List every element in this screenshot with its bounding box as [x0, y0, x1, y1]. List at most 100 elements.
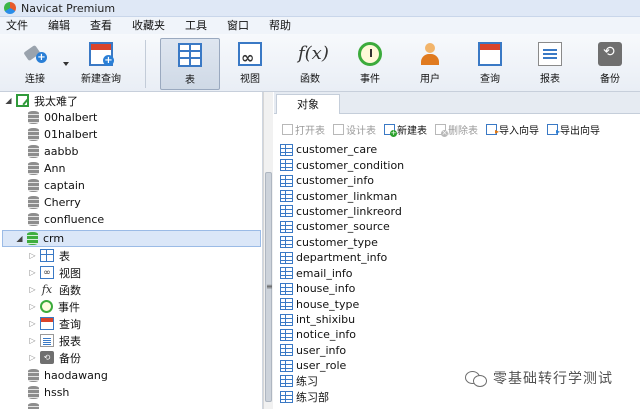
table-item[interactable]: customer_source — [280, 219, 636, 234]
splitter-grip-icon[interactable]: ≡ — [266, 282, 273, 291]
table-item[interactable]: house_type — [280, 296, 636, 311]
tree-database[interactable]: Ann — [28, 160, 65, 177]
menu-tools[interactable]: 工具 — [175, 17, 217, 34]
table-button[interactable]: 表 — [160, 38, 220, 90]
navicat-logo-icon — [4, 2, 16, 14]
connect-button[interactable]: 连接 — [12, 38, 58, 90]
collapse-arrow-icon[interactable]: ◢ — [15, 234, 24, 243]
toolbar-divider — [145, 40, 146, 88]
table-icon — [280, 390, 293, 403]
tree-database[interactable]: 00halbert — [28, 109, 97, 126]
table-item[interactable]: customer_info — [280, 173, 636, 188]
tree-node-queries[interactable]: ▷ 查询 — [28, 315, 81, 332]
import-icon — [486, 123, 499, 136]
menu-help[interactable]: 帮助 — [259, 17, 301, 34]
report-label: 报表 — [540, 74, 560, 85]
table-item[interactable]: customer_type — [280, 235, 636, 250]
table-item[interactable]: customer_care — [280, 142, 636, 157]
table-item[interactable]: house_info — [280, 281, 636, 296]
query-button[interactable]: 查询 — [465, 38, 515, 90]
export-wizard-button[interactable]: 导出向导 — [547, 122, 600, 137]
view-button[interactable]: 视图 — [225, 38, 275, 90]
tree-database[interactable]: hssh — [28, 384, 69, 401]
backup-button[interactable]: 备份 — [585, 38, 635, 90]
table-item[interactable]: customer_condition — [280, 157, 636, 172]
import-wizard-button[interactable]: 导入向导 — [486, 122, 539, 137]
menu-bar: 文件 编辑 查看 收藏夹 工具 窗口 帮助 — [0, 17, 640, 34]
tab-objects[interactable]: 对象 — [276, 94, 340, 114]
function-button[interactable]: f(x) 函数 — [285, 38, 335, 90]
new-table-button[interactable]: 新建表 — [384, 122, 427, 137]
database-icon — [28, 386, 39, 399]
tree-database[interactable]: Cherry — [28, 194, 81, 211]
tree-scrollbar[interactable]: ≡ — [263, 92, 273, 409]
table-item[interactable]: customer_linkreord — [280, 204, 636, 219]
menu-view[interactable]: 查看 — [80, 17, 122, 34]
table-item[interactable]: email_info — [280, 266, 636, 281]
table-name: customer_care — [296, 143, 378, 157]
table-item[interactable]: customer_linkman — [280, 188, 636, 203]
database-icon — [28, 213, 39, 226]
table-item[interactable]: int_shixibu — [280, 312, 636, 327]
tree-database[interactable]: 01halbert — [28, 126, 97, 143]
collapse-arrow-icon[interactable]: ◢ — [4, 96, 13, 105]
watermark: 零基础转行学测试 — [465, 368, 613, 388]
connect-label: 连接 — [25, 74, 45, 85]
table-item[interactable]: notice_info — [280, 327, 636, 342]
menu-window[interactable]: 窗口 — [217, 17, 259, 34]
user-button[interactable]: 用户 — [405, 38, 455, 90]
open-table-button[interactable]: 打开表 — [282, 122, 325, 137]
table-name: 练习 — [296, 375, 318, 389]
event-button[interactable]: 事件 — [345, 38, 395, 90]
expand-arrow-icon[interactable]: ▷ — [28, 285, 37, 294]
database-icon — [28, 369, 39, 382]
table-item[interactable]: 练习部 — [280, 389, 636, 404]
menu-edit[interactable]: 编辑 — [38, 17, 80, 34]
expand-arrow-icon[interactable]: ▷ — [28, 302, 37, 311]
menu-file[interactable]: 文件 — [0, 17, 38, 34]
expand-arrow-icon[interactable]: ▷ — [28, 251, 37, 260]
tree-node-backups[interactable]: ▷ ⟲ 备份 — [28, 349, 81, 366]
table-icon — [280, 190, 293, 203]
database-icon — [28, 162, 39, 175]
report-button[interactable]: 报表 — [525, 38, 575, 90]
table-name: int_shixibu — [296, 313, 356, 327]
tree-node-events[interactable]: ▷ 事件 — [28, 298, 80, 315]
new-query-button[interactable]: 新建查询 — [72, 38, 130, 90]
connect-dropdown-arrow-icon[interactable] — [63, 62, 69, 66]
table-icon — [280, 205, 293, 218]
tree-database-partial[interactable] — [28, 401, 44, 409]
tree-database[interactable]: captain — [28, 177, 85, 194]
main-toolbar: 连接 新建查询 表 视图 f(x) 函数 事件 用户 查询 报表 备份 — [0, 34, 640, 92]
table-icon — [280, 282, 293, 295]
expand-arrow-icon[interactable]: ▷ — [28, 319, 37, 328]
table-icon — [280, 267, 293, 280]
function-icon: f(x) — [298, 43, 329, 64]
table-name: customer_linkman — [296, 189, 398, 203]
expand-arrow-icon[interactable]: ▷ — [28, 268, 37, 277]
tree-database[interactable]: aabbb — [28, 143, 78, 160]
tree-node-functions[interactable]: ▷ fx 函数 — [28, 281, 81, 298]
tree-node-reports[interactable]: ▷ 报表 — [28, 332, 81, 349]
node-label: 视图 — [59, 266, 81, 280]
tree-node-tables[interactable]: ▷ 表 — [28, 247, 70, 264]
tree-connection[interactable]: ◢ 我太难了 — [4, 92, 78, 109]
expand-arrow-icon[interactable]: ▷ — [28, 353, 37, 362]
design-table-button[interactable]: 设计表 — [333, 122, 376, 137]
open-table-label: 打开表 — [295, 125, 325, 137]
table-item[interactable]: user_info — [280, 343, 636, 358]
database-icon — [28, 128, 39, 141]
event-label: 事件 — [360, 74, 380, 85]
database-name: 00halbert — [44, 111, 98, 124]
table-item[interactable]: department_info — [280, 250, 636, 265]
new-query-icon — [89, 42, 114, 66]
database-icon — [28, 403, 39, 409]
menu-favorites[interactable]: 收藏夹 — [122, 17, 175, 34]
delete-table-button[interactable]: 删除表 — [435, 122, 478, 137]
tree-database-selected[interactable]: ◢ crm — [2, 230, 261, 247]
tree-database[interactable]: haodawang — [28, 367, 108, 384]
view-label: 视图 — [240, 74, 260, 85]
tree-database[interactable]: confluence — [28, 211, 104, 228]
tree-node-views[interactable]: ▷ ∞ 视图 — [28, 264, 81, 281]
expand-arrow-icon[interactable]: ▷ — [28, 336, 37, 345]
